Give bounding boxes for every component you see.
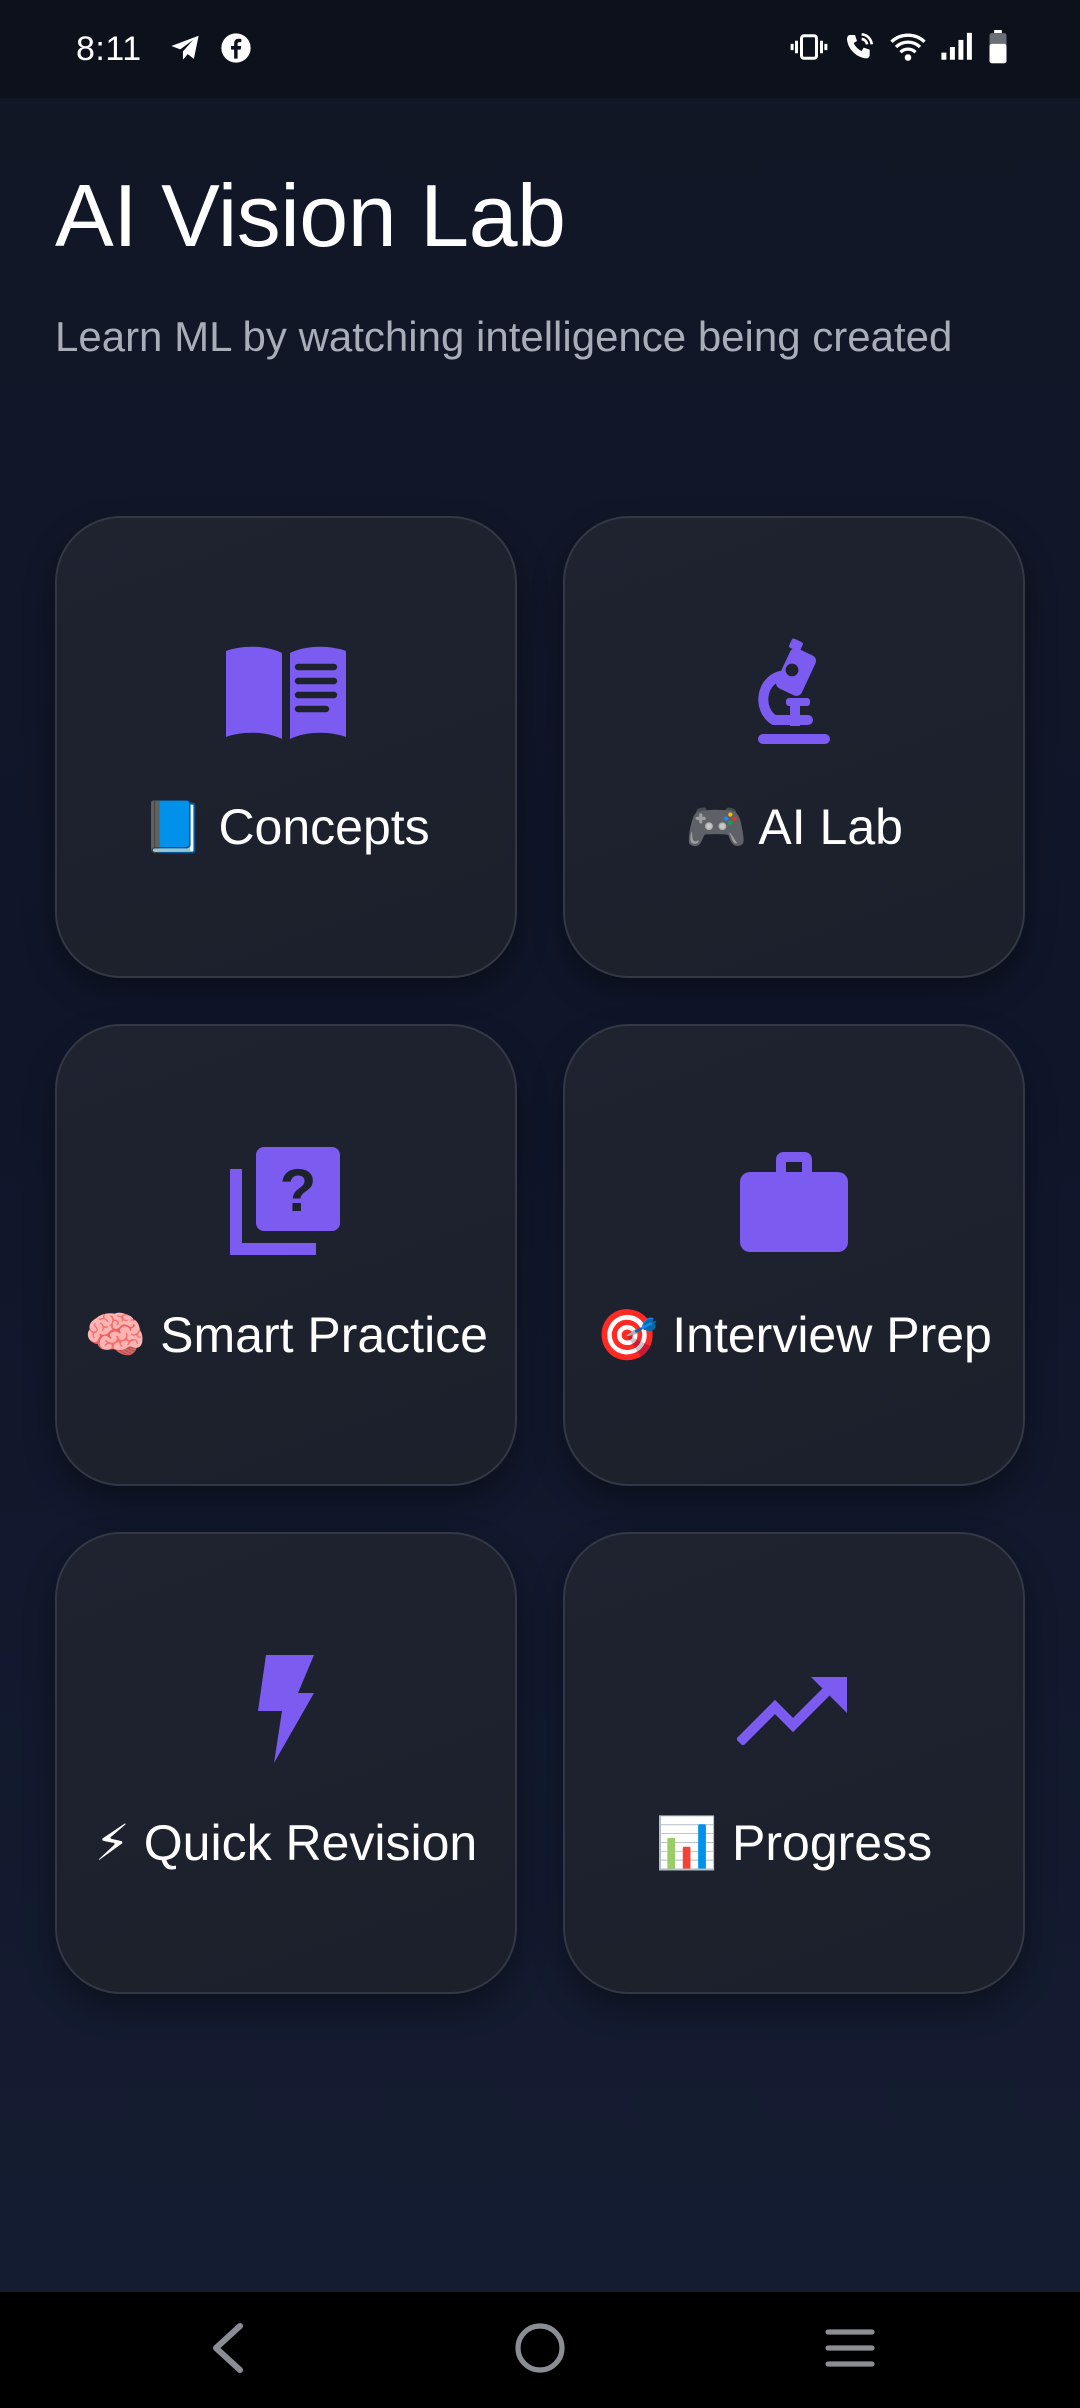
quick-revision-tile[interactable]: ⚡ Quick Revision [55,1532,517,1994]
microscope-icon [729,633,859,753]
tile-label: 🎮 AI Lab [685,799,903,855]
signal-icon [940,32,974,62]
open-book-icon [221,633,351,753]
briefcase-icon [729,1141,859,1261]
back-button[interactable] [183,2312,273,2388]
recent-apps-button[interactable] [805,2312,895,2388]
vibrate-icon [790,32,828,62]
home-button[interactable] [495,2312,585,2388]
wifi-icon [890,32,926,62]
menu-lines-icon [824,2326,876,2375]
wifi-call-icon [842,31,876,63]
interview-prep-tile[interactable]: 🎯 Interview Prep [563,1024,1025,1486]
home-circle-icon [514,2322,566,2379]
status-bar: 8:11 [0,0,1080,98]
concepts-tile[interactable]: 📘 Concepts [55,516,517,978]
system-navigation-bar [0,2292,1080,2408]
battery-icon [988,30,1008,64]
telegram-icon [168,33,202,63]
page-subtitle: Learn ML by watching intelligence being … [55,313,953,360]
tile-label: 📘 Concepts [142,799,430,855]
ai-lab-tile[interactable]: 🎮 AI Lab [563,516,1025,978]
page-title: AI Vision Lab [55,166,566,265]
lightning-bolt-icon [221,1649,351,1769]
smart-practice-tile[interactable]: ? 🧠 Smart Practice [55,1024,517,1486]
tile-label: 🎯 Interview Prep [596,1307,992,1363]
tile-label: 🧠 Smart Practice [83,1307,488,1363]
quiz-question-icon: ? [221,1141,351,1261]
tile-label: 📊 Progress [655,1815,933,1871]
tile-label: ⚡ Quick Revision [94,1815,478,1871]
svg-text:?: ? [280,1157,317,1224]
notification-icons [168,32,252,64]
feature-grid: 📘 Concepts 🎮 AI Lab ? 🧠 Smart Practice 🎯… [55,516,1025,1994]
system-status-icons [790,30,1008,64]
trending-up-icon [729,1649,859,1769]
app-screen: 8:11 AI Vision Lab Learn ML by watching … [0,0,1080,2408]
status-time: 8:11 [76,30,142,68]
facebook-icon [220,32,252,64]
back-chevron-icon [208,2322,248,2379]
progress-tile[interactable]: 📊 Progress [563,1532,1025,1994]
